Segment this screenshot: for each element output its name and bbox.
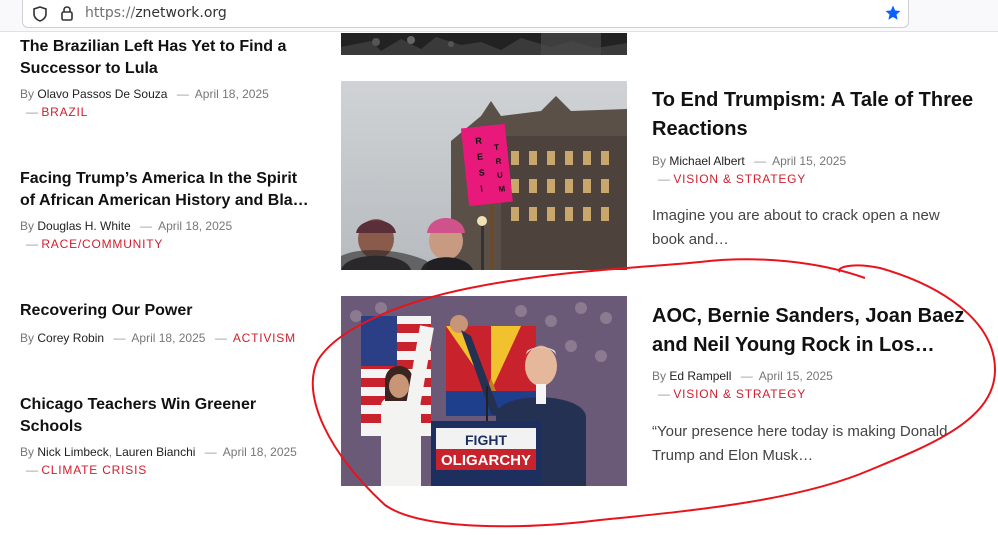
svg-text:U: U: [497, 170, 504, 180]
article-meta: By Michael Albert — April 15, 2025 — VISI…: [652, 154, 847, 186]
article-meta: By Douglas H. White — April 18, 2025: [20, 219, 233, 233]
author-link[interactable]: Ed Rampell: [669, 369, 731, 383]
article-date: April 18, 2025: [158, 219, 233, 233]
category-link[interactable]: VISION & STRATEGY: [673, 387, 806, 401]
article-card: The Brazilian Left Has Yet to Find a Suc…: [20, 36, 310, 121]
podium-text-fight: FIGHT: [465, 432, 507, 448]
article-date: April 15, 2025: [758, 369, 833, 383]
category-link[interactable]: RACE/COMMUNITY: [41, 237, 163, 251]
svg-text:E: E: [476, 151, 483, 162]
article-date: April 15, 2025: [772, 154, 847, 168]
article-meta: By Corey Robin — April 18, 2025 — ACTIVISM: [20, 330, 296, 345]
author-link[interactable]: Michael Albert: [669, 154, 744, 168]
article-meta: By Ed Rampell — April 15, 2025 — VISION &…: [652, 369, 833, 401]
bookmark-star-icon[interactable]: [884, 4, 902, 22]
category-link[interactable]: ACTIVISM: [233, 331, 296, 345]
article-card: Facing Trump’s America In the Spirit of …: [20, 168, 310, 251]
featured-article-title[interactable]: To End Trumpism: A Tale of Three Reactio…: [652, 86, 982, 144]
article-image-rally[interactable]: FIGHT OLIGARCHY: [341, 296, 627, 486]
author-link[interactable]: Corey Robin: [37, 331, 104, 345]
article-title[interactable]: Chicago Teachers Win Greener Schools: [20, 394, 310, 437]
address-bar[interactable]: https://znetwork.org: [22, 0, 909, 28]
article-title[interactable]: Facing Trump’s America In the Spirit of …: [20, 168, 310, 211]
article-excerpt: Imagine you are about to crack open a ne…: [652, 207, 940, 248]
author-link[interactable]: Olavo Passos De Souza: [37, 87, 167, 101]
svg-text:R: R: [495, 156, 502, 166]
article-excerpt: “Your presence here today is making Dona…: [652, 423, 948, 464]
svg-text:M: M: [498, 184, 506, 194]
article-date: April 18, 2025: [222, 445, 297, 459]
article-image-protest[interactable]: R E S I T R U M: [341, 81, 627, 270]
lock-icon[interactable]: [59, 5, 75, 21]
article-card: Recovering Our Power By Corey Robin — Apr…: [20, 300, 310, 347]
browser-toolbar: https://znetwork.org: [0, 0, 998, 32]
author-link[interactable]: Douglas H. White: [37, 219, 130, 233]
category-link[interactable]: BRAZIL: [41, 105, 88, 119]
article-date: April 18, 2025: [194, 87, 269, 101]
article-meta: By Olavo Passos De Souza — April 18, 2025: [20, 87, 269, 101]
shield-icon[interactable]: [32, 6, 48, 22]
category-link[interactable]: CLIMATE CRISIS: [41, 463, 147, 477]
url-text[interactable]: https://znetwork.org: [85, 5, 227, 21]
svg-text:S: S: [478, 167, 485, 178]
author-link[interactable]: Lauren Bianchi: [115, 445, 195, 459]
podium-text-oligarchy: OLIGARCHY: [441, 452, 531, 469]
category-link[interactable]: VISION & STRATEGY: [673, 172, 806, 186]
article-card: Chicago Teachers Win Greener Schools By …: [20, 394, 310, 479]
author-link[interactable]: Nick Limbeck: [37, 445, 108, 459]
article-meta: By Nick Limbeck, Lauren Bianchi — April 1…: [20, 445, 297, 459]
article-date: April 18, 2025: [131, 330, 206, 345]
featured-article-title[interactable]: AOC, Bernie Sanders, Joan Baez and Neil …: [652, 302, 982, 360]
article-image-previous[interactable]: [341, 33, 627, 55]
article-title[interactable]: Recovering Our Power: [20, 300, 310, 322]
article-title[interactable]: The Brazilian Left Has Yet to Find a Suc…: [20, 36, 310, 79]
